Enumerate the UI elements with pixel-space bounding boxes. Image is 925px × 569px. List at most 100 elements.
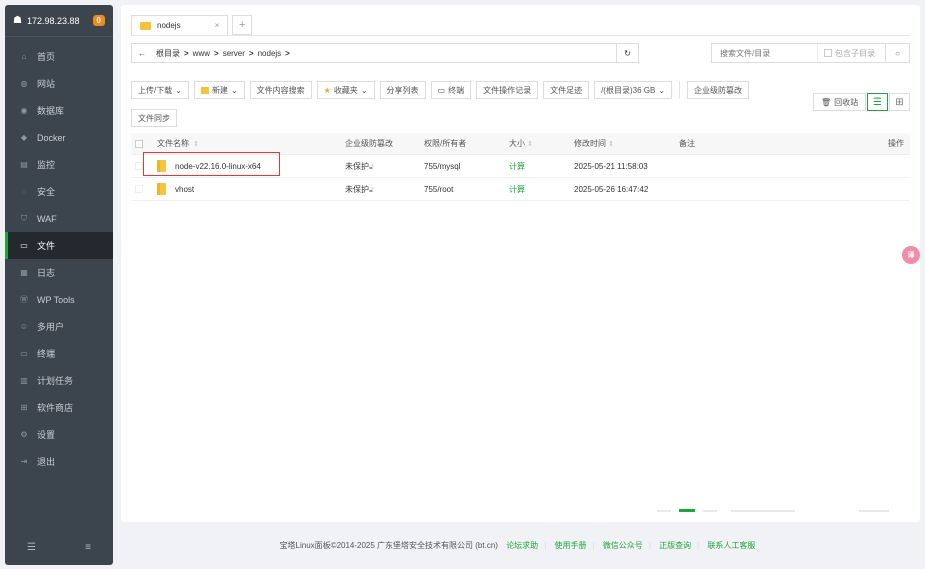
- wordpress-icon: Ⓦ: [20, 295, 28, 304]
- footer-link-forum[interactable]: 论坛求助: [506, 541, 538, 550]
- content-search-button[interactable]: 文件内容搜索: [249, 81, 312, 99]
- folder-icon: [140, 21, 151, 30]
- permission-link[interactable]: 755/mysql: [424, 162, 509, 171]
- calc-size-link[interactable]: 计算: [509, 184, 574, 195]
- sidebar-item-cron[interactable]: ▥ 计划任务: [5, 367, 113, 394]
- sidebar-item-multi-user[interactable]: ☺ 多用户: [5, 313, 113, 340]
- terminal-button[interactable]: ▭ 终端: [430, 81, 472, 99]
- sidebar-item-home[interactable]: ⌂ 首页: [5, 43, 113, 70]
- disk-selector[interactable]: /(根目录)36 GB ⌄: [594, 81, 673, 99]
- folder-icon: [157, 183, 166, 195]
- file-sync-button[interactable]: 文件同步: [131, 109, 177, 127]
- chevron-down-icon: ⌄: [360, 85, 368, 95]
- header-mtime[interactable]: 修改时间 ⇕: [574, 138, 679, 149]
- recycle-bin-button[interactable]: 🗑︎ 回收站: [813, 93, 867, 111]
- sidebar-item-database[interactable]: ◉ 数据库: [5, 97, 113, 124]
- sort-icon: ⇕: [608, 141, 615, 148]
- lock-icon: 🔓︎: [369, 163, 374, 171]
- share-list-button[interactable]: 分享列表: [379, 81, 426, 99]
- breadcrumb-sep: >: [214, 48, 219, 58]
- server-header[interactable]: ☗ 172.98.23.88 0: [5, 5, 113, 37]
- new-button[interactable]: 新建 ⌄: [193, 81, 245, 99]
- modified-time: 2025-05-21 11:58:03: [574, 161, 648, 171]
- globe-icon: ◍: [20, 79, 28, 88]
- search-input[interactable]: [712, 48, 817, 58]
- include-subdir-checkbox[interactable]: 包含子目录: [817, 44, 875, 62]
- page-current[interactable]: [679, 509, 695, 512]
- footer: 宝塔Linux面板©2014-2025 广东堡塔安全技术有限公司 (bt.cn)…: [279, 541, 756, 550]
- footer-link-manual[interactable]: 使用手册: [555, 541, 587, 550]
- refresh-icon[interactable]: ↻: [616, 44, 638, 62]
- operation-log-button[interactable]: 文件操作记录: [476, 81, 539, 99]
- menu-icon[interactable]: ≡: [85, 542, 91, 553]
- chevron-down-icon: ⌄: [230, 85, 238, 95]
- sidebar-item-app-store[interactable]: ⊞ 软件商店: [5, 394, 113, 421]
- breadcrumb-nodejs[interactable]: nodejs: [258, 49, 282, 58]
- upload-download-button[interactable]: 上传/下载 ⌄: [131, 81, 189, 99]
- breadcrumb-root[interactable]: 根目录: [156, 48, 180, 59]
- database-icon: ◉: [20, 106, 28, 115]
- notification-badge[interactable]: 0: [92, 15, 105, 26]
- sidebar-item-settings[interactable]: ⚙ 设置: [5, 421, 113, 448]
- breadcrumb-www[interactable]: www: [193, 49, 210, 58]
- terminal-icon: ▭: [437, 85, 446, 95]
- selection-highlight: [143, 152, 280, 176]
- file-manager-panel: nodejs × + ← 根目录 > www > server > nodejs…: [121, 5, 920, 522]
- docker-icon: ◆: [20, 133, 28, 142]
- breadcrumb-sep: >: [184, 48, 189, 58]
- sidebar-item-monitor[interactable]: ▤ 监控: [5, 151, 113, 178]
- sidebar: ☗ 172.98.23.88 0 ⌂ 首页 ◍ 网站 ◉ 数据库 ◆ Docker ▤ 监…: [5, 5, 113, 565]
- sidebar-item-wp-tools[interactable]: Ⓦ WP Tools: [5, 286, 113, 313]
- sidebar-item-logs[interactable]: ▦ 日志: [5, 259, 113, 286]
- header-size[interactable]: 大小 ⇕: [509, 138, 574, 149]
- footer-link-wechat[interactable]: 微信公众号: [603, 541, 643, 550]
- tab-nodejs[interactable]: nodejs ×: [131, 15, 229, 35]
- collapse-sidebar-icon[interactable]: ☰: [27, 542, 36, 553]
- calc-size-link[interactable]: 计算: [509, 161, 574, 172]
- trash-icon: 🗑︎: [821, 97, 832, 107]
- server-ip: 172.98.23.88: [26, 15, 80, 26]
- monitor-icon: ▤: [20, 160, 28, 169]
- chevron-down-icon: ⌄: [658, 85, 666, 95]
- header-perm: 权限/所有者: [424, 139, 467, 148]
- sidebar-item-security[interactable]: ◌ 安全: [5, 178, 113, 205]
- tamper-protection-button[interactable]: 企业级防篡改: [687, 81, 750, 99]
- favorites-button[interactable]: ★ 收藏夹 ⌄: [316, 81, 375, 99]
- sidebar-item-logout[interactable]: ⇥ 退出: [5, 448, 113, 475]
- calendar-icon: ▥: [20, 376, 28, 385]
- header-name[interactable]: 文件名称 ⇕: [147, 138, 345, 149]
- footprint-button[interactable]: 文件足迹: [543, 81, 590, 99]
- users-icon: ☺: [19, 322, 29, 331]
- breadcrumb-sep: >: [285, 48, 290, 58]
- gear-icon: ⚙: [20, 430, 28, 439]
- footer-link-license[interactable]: 正版查询: [659, 541, 691, 550]
- row-checkbox[interactable]: [135, 162, 143, 170]
- grid-view-button[interactable]: ⊞: [889, 93, 910, 111]
- sidebar-item-website[interactable]: ◍ 网站: [5, 70, 113, 97]
- list-view-button[interactable]: ☰: [867, 93, 888, 111]
- logout-icon: ⇥: [20, 457, 28, 466]
- table-row[interactable]: vhost 未保护🔓︎ 755/root 计算 2025-05-26 16:47…: [131, 178, 910, 201]
- breadcrumb-sep: >: [248, 48, 254, 58]
- sidebar-item-docker[interactable]: ◆ Docker: [5, 124, 113, 151]
- sidebar-item-files[interactable]: ▭ 文件: [5, 232, 113, 259]
- breadcrumb-server[interactable]: server: [223, 49, 245, 58]
- permission-link[interactable]: 755/root: [424, 185, 509, 194]
- add-tab-button[interactable]: +: [232, 15, 253, 35]
- file-name[interactable]: vhost: [175, 185, 194, 194]
- select-all-checkbox[interactable]: [135, 139, 143, 148]
- lock-icon: 🔓︎: [369, 186, 374, 194]
- shield-icon: ◌: [21, 187, 27, 196]
- path-bar[interactable]: ← 根目录 > www > server > nodejs > ↻: [131, 43, 639, 63]
- sidebar-item-terminal[interactable]: ▭ 终端: [5, 340, 113, 367]
- back-icon[interactable]: ←: [132, 49, 152, 58]
- row-checkbox[interactable]: [135, 185, 143, 193]
- close-tab-icon[interactable]: ×: [215, 21, 220, 30]
- sort-icon: ⇕: [527, 141, 534, 148]
- translate-icon[interactable]: 译: [902, 246, 920, 264]
- footer-link-support[interactable]: 联系人工客服: [707, 541, 755, 550]
- star-icon: ★: [323, 85, 331, 95]
- search-box: 包含子目录 ○: [711, 43, 910, 63]
- search-icon[interactable]: ○: [885, 44, 909, 62]
- sidebar-item-waf[interactable]: ⛉ WAF: [5, 205, 113, 232]
